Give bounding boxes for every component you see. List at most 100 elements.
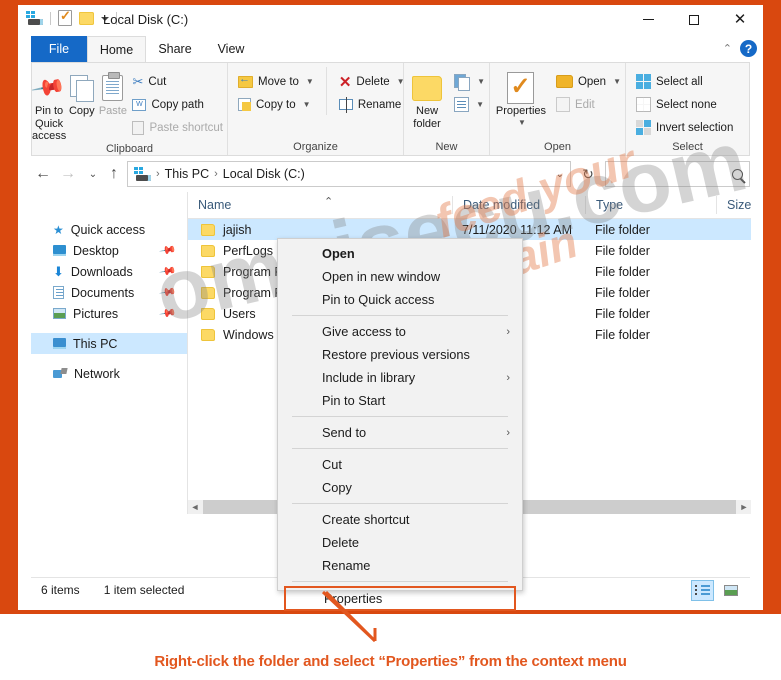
button-label: Rename <box>357 98 402 111</box>
ribbon-tabs: File Home Share View ⌃ ? <box>18 36 763 62</box>
select-none-button[interactable]: Select none <box>632 94 737 115</box>
file-date: 7/11/2020 11:12 AM <box>462 222 573 237</box>
properties-button[interactable]: Properties ▼ <box>490 67 552 127</box>
column-header-type[interactable]: Type <box>585 196 623 214</box>
menu-item-open-in-new-window[interactable]: Open in new window <box>278 265 522 288</box>
chevron-down-icon: ▼ <box>305 77 314 86</box>
sidebar-item-this-pc[interactable]: This PC <box>31 333 187 354</box>
easy-access-button[interactable]: ▼ <box>450 94 489 115</box>
tab-share[interactable]: Share <box>146 36 204 62</box>
edit-icon <box>555 97 570 112</box>
menu-item-send-to[interactable]: Send to › <box>278 421 522 444</box>
button-label: New folder <box>413 105 441 130</box>
ribbon-group-select: Select all Select none Invert selection … <box>626 63 749 155</box>
tab-file[interactable]: File <box>31 36 87 62</box>
back-button[interactable]: ← <box>31 161 55 187</box>
menu-item-cut[interactable]: Cut <box>278 453 522 476</box>
scroll-right-icon[interactable]: ► <box>737 502 751 512</box>
menu-separator <box>292 416 508 417</box>
copy-path-button[interactable]: W Copy path <box>128 94 227 115</box>
pin-to-quick-access-button[interactable]: 📌 Pin to Quick access <box>31 67 68 143</box>
menu-item-delete[interactable]: Delete <box>278 531 522 554</box>
button-label: Paste shortcut <box>149 121 223 134</box>
column-header-name[interactable]: Name <box>188 196 231 214</box>
sidebar-item-pictures[interactable]: Pictures 📌 <box>31 303 187 324</box>
easy-access-icon <box>454 97 470 112</box>
breadcrumb-item-this-pc[interactable]: This PC <box>165 167 209 181</box>
sidebar-item-desktop[interactable]: Desktop 📌 <box>31 240 187 261</box>
ribbon-group-clipboard: 📌 Pin to Quick access Copy Paste ✂ Cut W… <box>31 63 228 155</box>
rename-button[interactable]: Rename <box>335 94 409 115</box>
delete-button[interactable]: ✕ Delete ▼ <box>335 71 409 92</box>
chevron-down-icon[interactable]: ⌄ <box>556 169 564 180</box>
close-button[interactable]: ✕ <box>717 5 763 34</box>
new-folder-icon[interactable] <box>79 11 94 25</box>
organize-col-b: ✕ Delete ▼ Rename <box>325 67 409 115</box>
breadcrumb-item-local-disk[interactable]: Local Disk (C:) <box>223 167 305 181</box>
paste-button[interactable]: Paste <box>97 67 128 118</box>
details-view-button[interactable] <box>691 579 714 601</box>
copy-button[interactable]: Copy <box>66 67 97 118</box>
select-all-button[interactable]: Select all <box>632 71 737 92</box>
open-small-buttons: Open ▼ Edit <box>552 67 625 115</box>
tab-view[interactable]: View <box>204 36 258 62</box>
forward-button[interactable]: → <box>56 161 80 187</box>
menu-item-pin-to-start[interactable]: Pin to Start <box>278 389 522 412</box>
sidebar-item-documents[interactable]: Documents 📌 <box>31 282 187 303</box>
sidebar-item-label: Quick access <box>70 222 146 237</box>
sidebar-item-downloads[interactable]: ⬇ Downloads 📌 <box>31 261 187 282</box>
menu-item-properties[interactable]: Properties <box>284 586 516 611</box>
group-label: New <box>435 140 458 153</box>
maximize-button[interactable] <box>671 5 717 34</box>
chevron-down-icon: ▼ <box>518 117 526 127</box>
up-button[interactable]: ↑ <box>102 161 126 187</box>
menu-item-rename[interactable]: Rename <box>278 554 522 577</box>
menu-item-copy[interactable]: Copy <box>278 476 522 499</box>
new-item-button[interactable]: ▼ <box>450 71 489 92</box>
pc-icon[interactable] <box>26 11 43 25</box>
chevron-down-icon: ▼ <box>613 77 621 86</box>
help-icon[interactable]: ? <box>740 40 757 57</box>
folder-icon <box>201 223 215 236</box>
menu-item-give-access-to[interactable]: Give access to › <box>278 320 522 343</box>
collapse-ribbon-icon[interactable]: ⌃ <box>723 42 732 55</box>
menu-item-create-shortcut[interactable]: Create shortcut <box>278 508 522 531</box>
menu-item-label: Include in library <box>322 370 416 385</box>
tab-home[interactable]: Home <box>87 36 146 62</box>
refresh-button[interactable]: ↻ <box>575 161 601 187</box>
search-input[interactable] <box>605 161 750 187</box>
button-label: Edit <box>574 98 595 111</box>
large-icons-view-button[interactable] <box>719 580 742 601</box>
file-type: File folder <box>595 306 650 321</box>
invert-selection-button[interactable]: Invert selection <box>632 117 737 138</box>
sidebar-item-network[interactable]: Network <box>31 363 187 384</box>
menu-item-open[interactable]: Open <box>278 242 522 265</box>
view-mode-buttons <box>691 579 742 601</box>
move-to-button[interactable]: Move to ▼ <box>234 71 318 92</box>
menu-item-restore-previous-versions[interactable]: Restore previous versions <box>278 343 522 366</box>
maximize-icon <box>689 14 699 25</box>
column-header-date-modified[interactable]: Date modified <box>452 196 540 214</box>
menu-item-include-in-library[interactable]: Include in library › <box>278 366 522 389</box>
new-folder-button[interactable]: New folder <box>404 67 450 130</box>
column-header-size[interactable]: Size <box>716 196 751 214</box>
menu-item-pin-to-quick-access[interactable]: Pin to Quick access <box>278 288 522 311</box>
move-to-icon <box>238 73 253 88</box>
minimize-button[interactable] <box>625 5 671 34</box>
edit-button[interactable]: Edit <box>552 94 625 115</box>
breadcrumb[interactable]: › This PC › Local Disk (C:) ⌄ <box>127 161 571 187</box>
button-label: Select all <box>656 75 703 88</box>
table-row[interactable]: jajish 7/11/2020 11:12 AM File folder <box>188 219 751 240</box>
screenshot-root: Local Disk (C:) ✕ File Home Share View ⌃… <box>0 0 781 680</box>
copy-to-button[interactable]: Copy to ▼ <box>234 94 318 115</box>
scroll-left-icon[interactable]: ◄ <box>188 502 202 512</box>
paste-shortcut-icon <box>132 120 145 135</box>
menu-item-label: Give access to <box>322 324 406 339</box>
open-icon <box>555 75 573 88</box>
paste-shortcut-button[interactable]: Paste shortcut <box>128 117 227 138</box>
open-button[interactable]: Open ▼ <box>552 71 625 92</box>
cut-button[interactable]: ✂ Cut <box>128 71 227 92</box>
sidebar-item-quick-access[interactable]: ★ Quick access <box>31 219 187 240</box>
menu-separator <box>292 581 508 582</box>
properties-icon[interactable] <box>58 8 72 26</box>
